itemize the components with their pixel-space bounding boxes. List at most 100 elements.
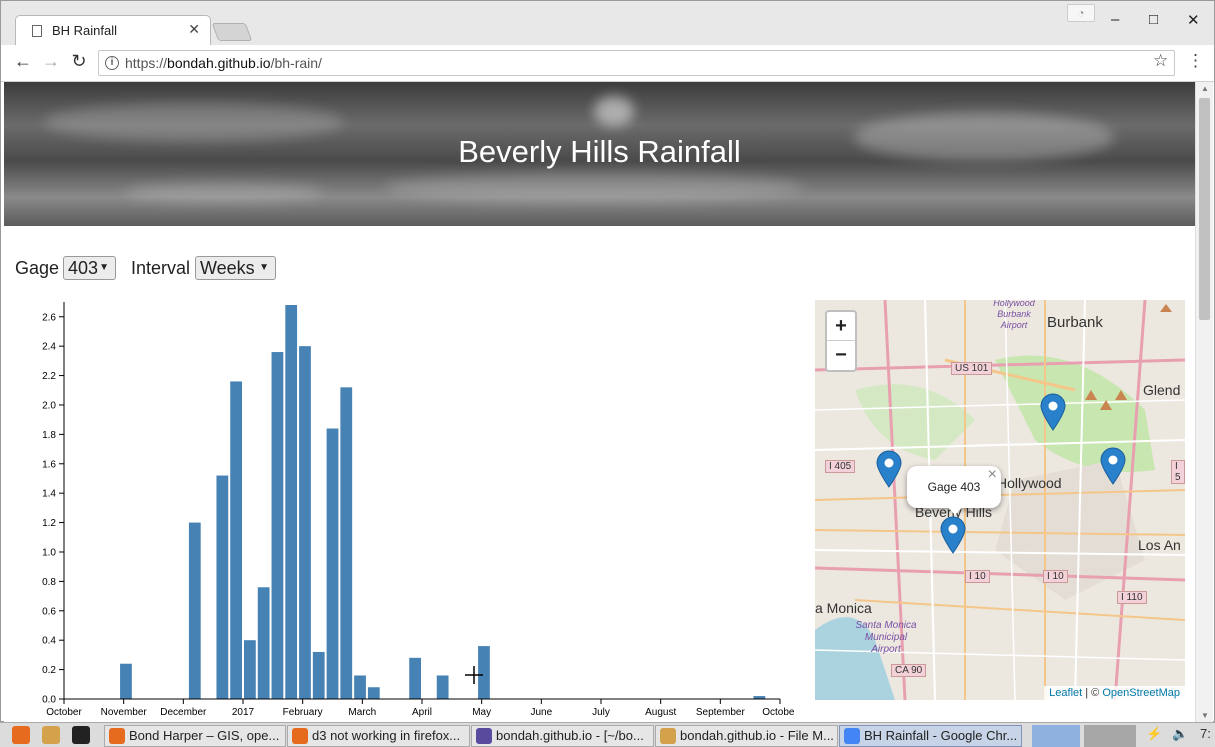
map-label-los-angeles: Los An	[1138, 537, 1181, 553]
gage-dropdown-icon: ▼	[99, 262, 109, 273]
workspace-1[interactable]	[1032, 725, 1080, 747]
zoom-out-button[interactable]: −	[827, 341, 855, 370]
x-tick-label: June	[530, 707, 552, 718]
gage-marker[interactable]	[876, 450, 902, 488]
y-tick-label: 0.4	[42, 636, 56, 647]
move-cursor-icon	[465, 666, 483, 684]
page-icon	[32, 25, 42, 37]
map-label-smo-airport: Santa Monica Municipal Airport	[855, 620, 917, 655]
tab-title: BH Rainfall	[52, 23, 118, 38]
zoom-in-button[interactable]: +	[827, 312, 855, 341]
map-label-santa-monica: a Monica	[815, 600, 872, 616]
folder-icon	[660, 728, 676, 744]
address-bar[interactable]: i https://bondah.github.io/bh-rain/	[98, 50, 1175, 76]
network-icon[interactable]: ⚡	[1146, 726, 1162, 742]
tab-close-icon[interactable]: ✕	[188, 21, 200, 38]
popup-tip	[947, 506, 963, 515]
tab-strip: BH Rainfall ✕ ◔ – □ ✕	[1, 1, 1214, 45]
rainfall-bar	[340, 387, 353, 699]
task-label: Bond Harper – GIS, ope...	[129, 728, 280, 743]
clock[interactable]: 7:	[1200, 726, 1211, 741]
popup-text: Gage 403	[927, 480, 981, 494]
close-window-button[interactable]: ✕	[1187, 11, 1200, 29]
shield-i405: I 405	[825, 460, 856, 473]
minimize-button[interactable]: –	[1111, 11, 1119, 28]
firefox-launcher-icon[interactable]	[12, 726, 30, 744]
page-scrollbar[interactable]: ▲ ▼	[1195, 82, 1213, 722]
y-axis: 0.0 0.2 0.4 0.6 0.8 1.0 1.2 1.4 1.6 1.8 2.0 2.2 2.4 2…	[42, 302, 65, 706]
workspace-2[interactable]	[1084, 725, 1136, 747]
leaflet-link[interactable]: Leaflet	[1049, 687, 1082, 699]
y-tick-label: 2.0	[42, 400, 56, 411]
rainfall-chart: 0.0 0.2 0.4 0.6 0.8 1.0 1.2 1.4 1.6 1.8 2.0 2.2 2.4 2…	[42, 302, 794, 718]
x-tick-label: March	[348, 707, 376, 718]
new-tab-button[interactable]	[211, 23, 253, 41]
info-icon[interactable]: i	[105, 56, 119, 70]
forward-button[interactable]: →	[40, 51, 62, 72]
maximize-button[interactable]: □	[1149, 11, 1158, 28]
profile-icon[interactable]: ◔	[1067, 4, 1095, 22]
y-tick-label: 2.4	[42, 342, 56, 353]
x-tick-label: September	[696, 707, 746, 718]
scroll-down-icon[interactable]: ▼	[1201, 711, 1209, 720]
browser-toolbar: ← → ↻ i https://bondah.github.io/bh-rain…	[1, 45, 1214, 82]
rainfall-bar	[299, 346, 311, 699]
y-tick-label: 1.8	[42, 430, 56, 441]
volume-icon[interactable]: 🔈	[1172, 726, 1188, 742]
y-tick-label: 0.0	[42, 695, 56, 706]
task-item-active[interactable]: BH Rainfall - Google Chr...	[839, 725, 1022, 747]
tab-bh-rainfall[interactable]: BH Rainfall ✕	[15, 15, 211, 45]
browser-menu-icon[interactable]: ⋮	[1187, 51, 1204, 71]
rainfall-bar	[285, 305, 298, 699]
terminal-icon[interactable]	[72, 726, 90, 744]
taskbar: Bond Harper – GIS, ope... d3 not working…	[0, 722, 1215, 747]
task-item[interactable]: Bond Harper – GIS, ope...	[104, 725, 286, 747]
osm-link[interactable]: OpenStreetMap	[1102, 687, 1180, 699]
gage-marker-403[interactable]	[940, 516, 966, 554]
map-label-burbank: Burbank	[1047, 314, 1103, 331]
gage-label: Gage	[15, 258, 60, 278]
task-item[interactable]: bondah.github.io - [~/bo...	[471, 725, 654, 747]
x-tick-label: 2017	[232, 707, 255, 718]
interval-dropdown-icon: ▼	[259, 262, 269, 273]
task-label: bondah.github.io - File M...	[680, 728, 834, 743]
interval-select[interactable]: Weeks ▼	[195, 256, 276, 280]
rainfall-bar	[120, 663, 132, 699]
y-tick-label: 1.6	[42, 459, 56, 470]
x-tick-label: July	[592, 707, 610, 718]
firefox-icon	[292, 728, 308, 744]
back-button[interactable]: ←	[12, 51, 34, 72]
task-label: BH Rainfall - Google Chr...	[864, 728, 1018, 743]
rainfall-bar	[312, 651, 325, 699]
gage-map[interactable]: Burbank Hollywood Beverly Hills Los An G…	[815, 300, 1185, 700]
y-tick-label: 0.8	[42, 577, 56, 588]
scroll-up-icon[interactable]: ▲	[1201, 84, 1209, 93]
bookmark-star-icon[interactable]: ☆	[1153, 51, 1168, 71]
popup-close-icon[interactable]: ×	[988, 466, 997, 484]
interval-label: Interval	[131, 258, 191, 278]
gage-marker[interactable]	[1100, 447, 1126, 485]
y-tick-label: 1.2	[42, 518, 56, 529]
reload-button[interactable]: ↻	[68, 51, 90, 72]
task-label: bondah.github.io - [~/bo...	[496, 728, 644, 743]
gage-marker[interactable]	[1040, 393, 1066, 431]
rainfall-bar	[216, 475, 229, 699]
zoom-control: + −	[825, 310, 857, 372]
task-item[interactable]: d3 not working in firefox...	[287, 725, 470, 747]
rainfall-bar	[271, 352, 284, 699]
web-page: Beverly Hills Rainfall Gage 403 ▼ Interva…	[4, 82, 1195, 722]
x-tick-label: August	[645, 707, 676, 718]
bars	[120, 305, 766, 699]
gage-popup: Gage 403 ×	[907, 466, 1001, 515]
page-title: Beverly Hills Rainfall	[458, 134, 741, 169]
x-tick-label: October	[46, 707, 82, 718]
shield-i10-east: I 10	[1043, 570, 1068, 583]
gage-select[interactable]: 403 ▼	[63, 256, 116, 280]
task-label: d3 not working in firefox...	[312, 728, 461, 743]
rainfall-bar	[188, 522, 201, 699]
task-item[interactable]: bondah.github.io - File M...	[655, 725, 838, 747]
x-axis: October November December 2017 February March…	[46, 698, 794, 718]
home-folder-icon[interactable]	[42, 726, 60, 744]
scroll-thumb[interactable]	[1199, 98, 1210, 320]
interval-value: Weeks	[200, 258, 255, 278]
